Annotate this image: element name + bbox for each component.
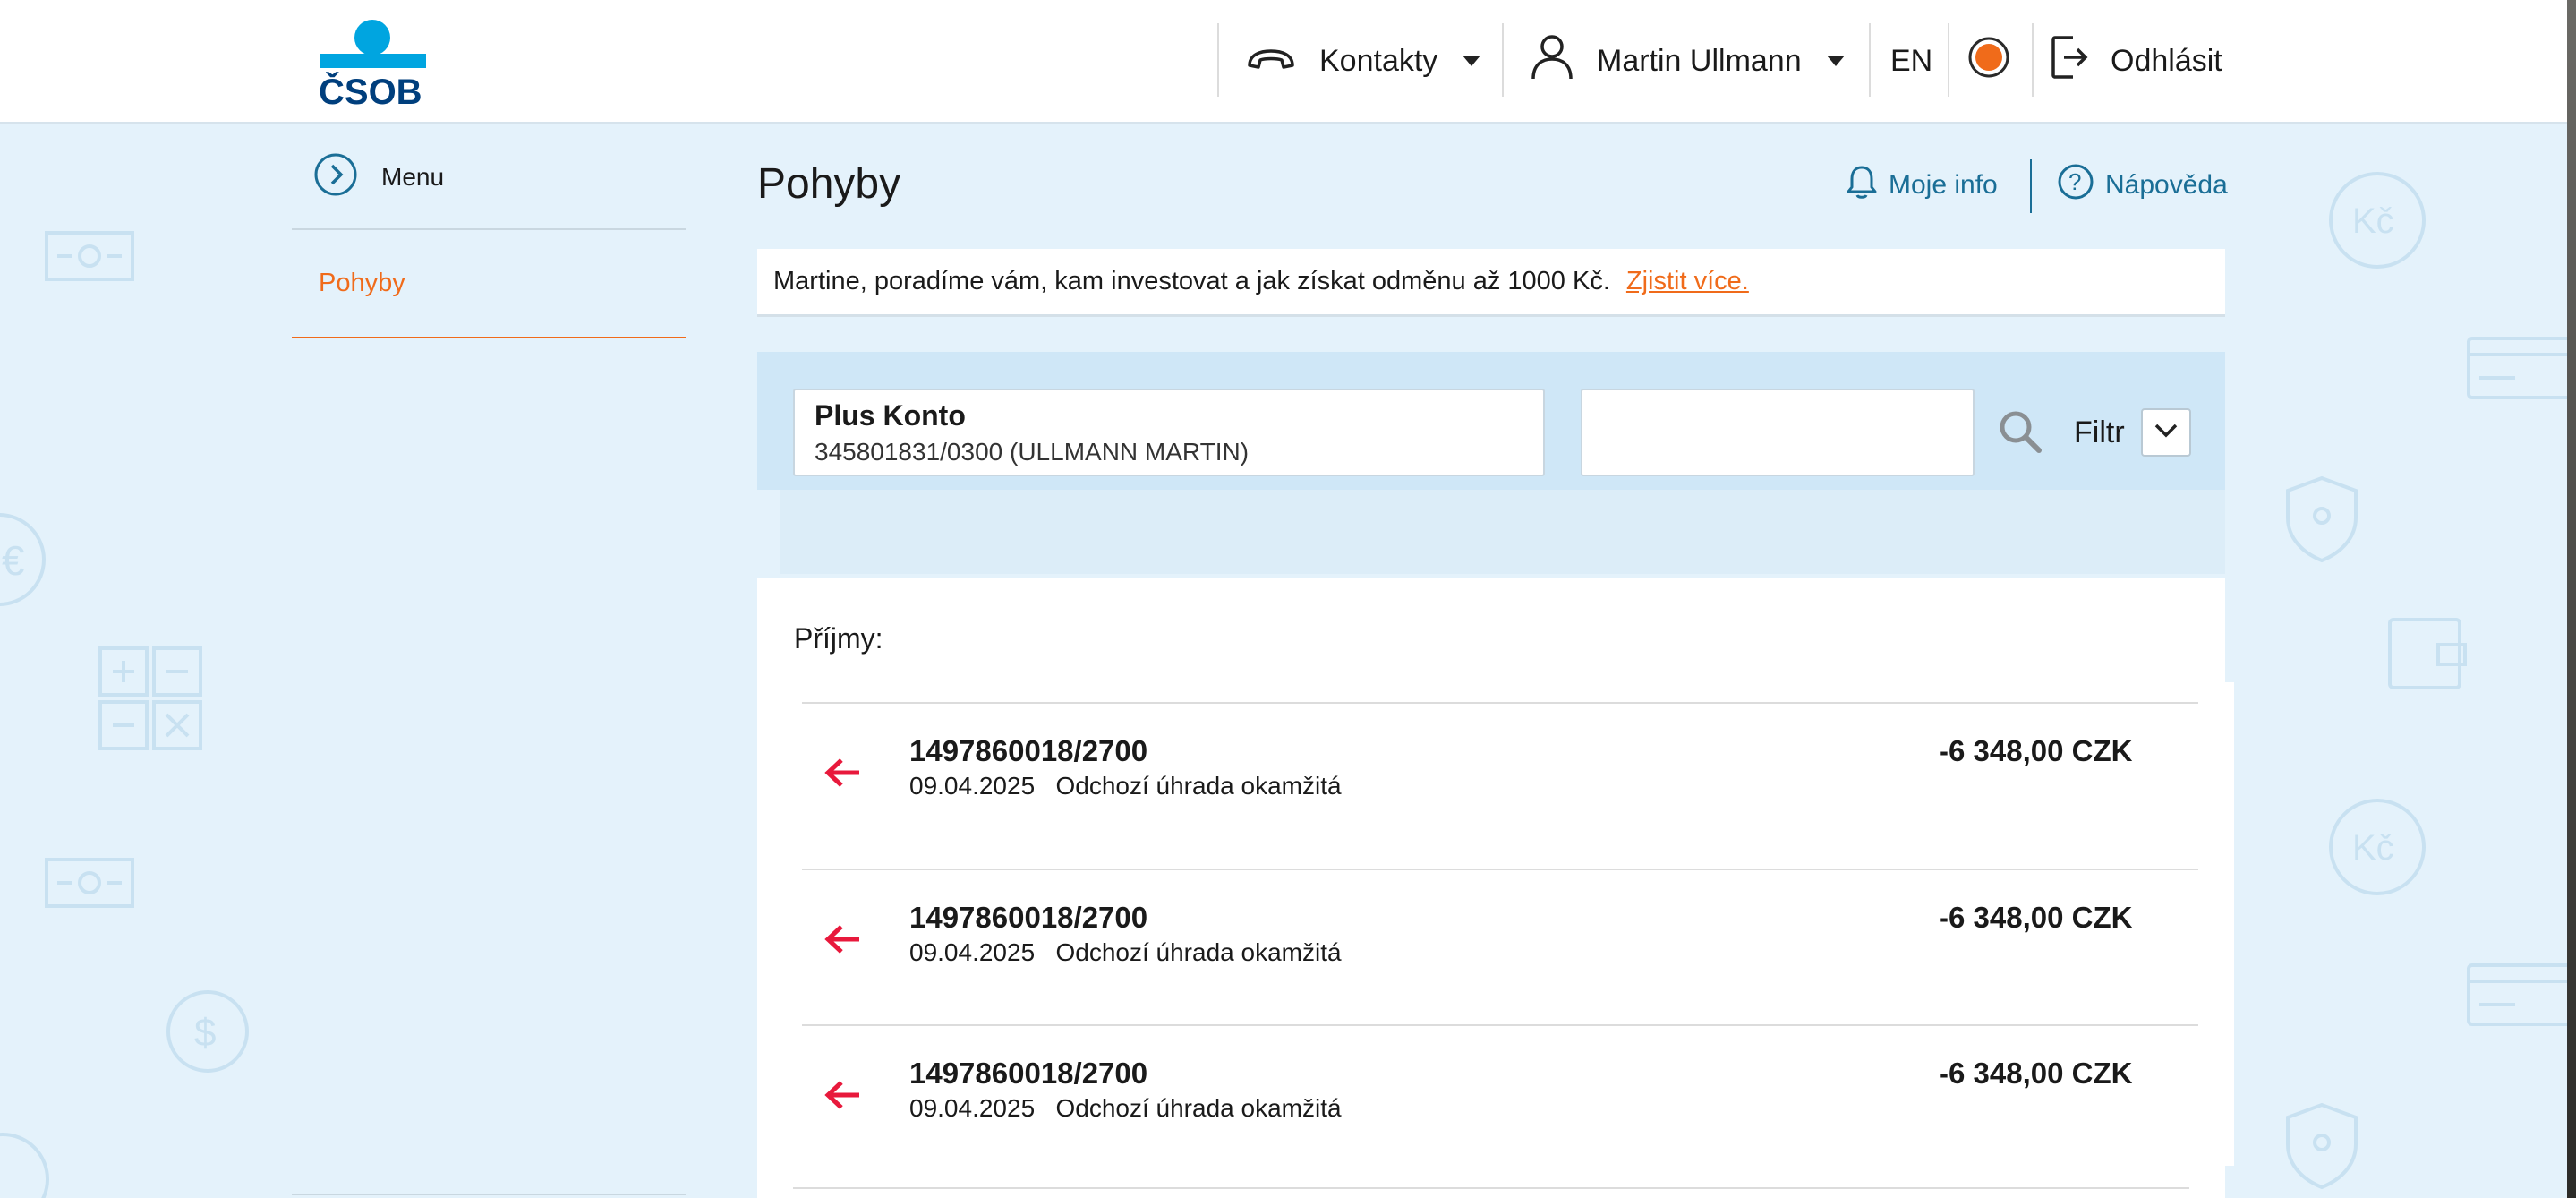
koruna-coin-icon: Kč [2327, 797, 2427, 897]
svg-text:Kč: Kč [2352, 828, 2394, 868]
contacts-label: Kontakty [1319, 43, 1438, 78]
search-button[interactable] [1996, 407, 2044, 456]
page-title: Pohyby [757, 160, 901, 208]
list-divider [793, 1187, 2189, 1189]
svg-text:€: € [2, 537, 25, 584]
credit-card-icon [2467, 337, 2567, 399]
euro-coin-icon [0, 1130, 52, 1198]
chevron-right-circle-icon [313, 152, 358, 203]
csob-logo[interactable]: ČSOB [317, 16, 430, 112]
arrow-left-icon [823, 1080, 863, 1110]
window-edge [2567, 0, 2576, 1198]
transaction-date: 09.04.2025 [909, 938, 1036, 966]
transaction-row[interactable]: 1497860018/2700 09.04.2025 Odchozí úhrad… [802, 869, 2198, 1024]
menu-toggle[interactable]: Menu [313, 152, 445, 203]
header-divider [2030, 159, 2032, 213]
transaction-row[interactable]: 1497860018/2700 09.04.2025 Odchozí úhrad… [802, 702, 2198, 869]
help-label: Nápověda [2105, 170, 2228, 200]
promo-text: Martine, poradíme vám, kam investovat a … [773, 267, 1610, 295]
logout-icon [2050, 34, 2089, 89]
income-section-label: Příjmy: [794, 622, 883, 655]
calculator-icon [98, 646, 202, 750]
top-bar: ČSOB Kontakty Martin Ullmann EN Odhlásit [0, 0, 2567, 124]
transaction-amount: -6 348,00 CZK [1939, 1057, 2133, 1090]
transaction-details: 09.04.2025 Odchozí úhrada okamžitá [909, 772, 1342, 800]
arrow-left-icon [823, 924, 863, 954]
user-menu[interactable]: Martin Ullmann [1531, 23, 1845, 98]
logo-text: ČSOB [319, 71, 422, 106]
transaction-details: 09.04.2025 Odchozí úhrada okamžitá [909, 938, 1342, 967]
account-select[interactable]: Plus Konto 345801831/0300 (ULLMANN MARTI… [793, 389, 1545, 476]
transaction-type: Odchozí úhrada okamžitá [1055, 1094, 1342, 1122]
my-info-link[interactable]: Moje info [1846, 163, 1998, 208]
menu-label: Menu [381, 163, 445, 191]
banknote-icon [45, 858, 134, 908]
transaction-row[interactable]: 1497860018/2700 09.04.2025 Odchozí úhrad… [802, 1024, 2198, 1187]
wallet-icon [2388, 618, 2467, 689]
transaction-date: 09.04.2025 [909, 1094, 1036, 1122]
transaction-date: 09.04.2025 [909, 772, 1036, 800]
nav-divider [1217, 23, 1219, 97]
nav-divider [1502, 23, 1504, 97]
logout-button[interactable]: Odhlásit [2050, 23, 2222, 98]
filter-panel-strip [780, 490, 2225, 574]
account-name: Plus Konto [815, 399, 966, 432]
promo-banner: Martine, poradíme vám, kam investovat a … [757, 249, 2225, 317]
dollar-coin-icon: $ [165, 988, 251, 1074]
sidebar-divider [292, 1194, 686, 1195]
my-info-label: Moje info [1889, 170, 1998, 200]
transaction-counterparty: 1497860018/2700 [909, 1057, 1148, 1090]
transaction-counterparty: 1497860018/2700 [909, 734, 1148, 767]
chevron-down-icon [1463, 56, 1481, 66]
page-viewport: € $ Kč Kč ČSOB Kontakty Martin Ullmann E… [0, 0, 2567, 1198]
phone-handset-icon [1246, 44, 1296, 79]
magnifier-icon [1996, 411, 2044, 459]
help-link[interactable]: ? Nápověda [2057, 163, 2228, 208]
search-input[interactable] [1581, 389, 1975, 476]
transaction-type: Odchozí úhrada okamžitá [1055, 938, 1342, 966]
language-switch[interactable]: EN [1890, 23, 1932, 98]
list-edge [2225, 682, 2234, 1166]
svg-text:$: $ [194, 1011, 216, 1055]
transaction-counterparty: 1497860018/2700 [909, 901, 1148, 934]
nav-divider [1869, 23, 1871, 97]
euro-coin-icon: € [0, 510, 48, 609]
filter-toggle-button[interactable] [2141, 408, 2191, 457]
chevron-down-icon [2154, 423, 2179, 443]
svg-text:?: ? [2068, 168, 2081, 195]
transaction-type: Odchozí úhrada okamžitá [1055, 772, 1342, 800]
logout-label: Odhlásit [2111, 43, 2222, 78]
credit-card-icon [2467, 963, 2567, 1026]
orange-status-dot-icon [1967, 36, 2010, 87]
contacts-menu[interactable]: Kontakty [1246, 23, 1481, 98]
svg-text:Kč: Kč [2352, 201, 2394, 241]
account-number: 345801831/0300 (ULLMANN MARTIN) [815, 438, 1250, 466]
question-circle-icon: ? [2057, 163, 2094, 208]
transaction-amount: -6 348,00 CZK [1939, 734, 2133, 767]
nav-divider [1948, 23, 1949, 97]
chevron-down-icon [1826, 56, 1845, 66]
bell-icon [1846, 164, 1878, 207]
sidebar-item-label: Pohyby [319, 269, 405, 297]
nav-divider [2032, 23, 2034, 97]
arrow-left-icon [823, 757, 863, 788]
sidebar-divider [292, 228, 686, 230]
user-name: Martin Ullmann [1597, 43, 1802, 78]
shield-lock-icon [2284, 1101, 2359, 1191]
shield-lock-icon [2284, 475, 2359, 564]
transaction-amount: -6 348,00 CZK [1939, 901, 2133, 934]
promo-learn-more-link[interactable]: Zjistit více. [1626, 267, 1749, 296]
status-indicator[interactable] [1967, 23, 2010, 98]
transaction-details: 09.04.2025 Odchozí úhrada okamžitá [909, 1094, 1342, 1123]
banknote-icon [45, 231, 134, 281]
user-icon [1531, 34, 1574, 89]
sidebar-item-pohyby[interactable]: Pohyby [292, 260, 686, 338]
language-label: EN [1890, 43, 1933, 78]
koruna-coin-icon: Kč [2327, 170, 2427, 270]
filter-label: Filtr [2074, 415, 2125, 449]
